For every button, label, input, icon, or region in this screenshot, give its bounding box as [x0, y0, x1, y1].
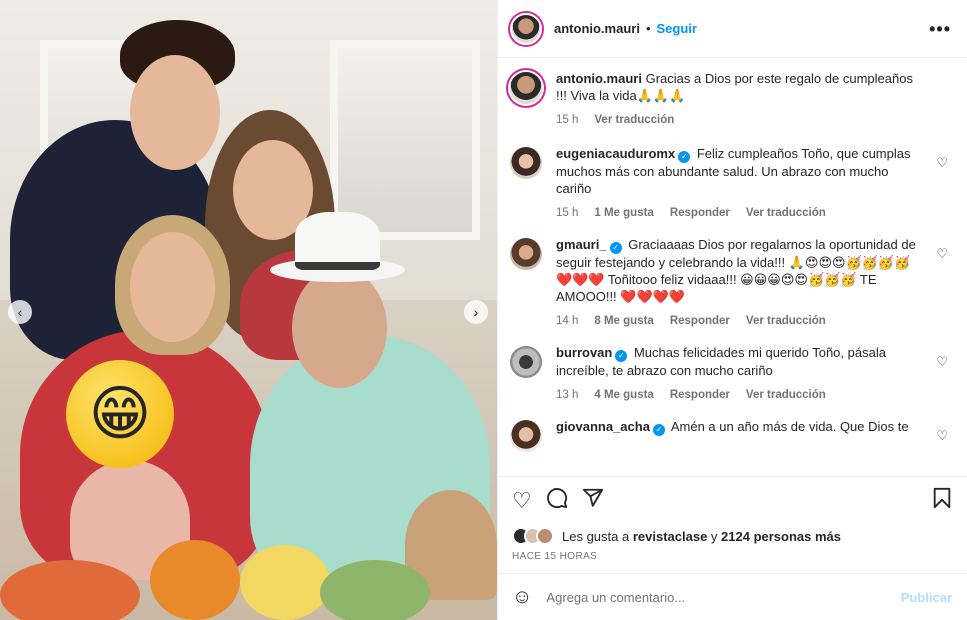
avatar[interactable]: [510, 238, 542, 270]
likes-connector: y: [710, 528, 718, 544]
comment-text: Amén a un año más de vida. Que Dios te: [670, 419, 909, 434]
photo-window: [330, 40, 480, 240]
likes-summary: Les gusta a revistaclase y 2124 personas…: [512, 527, 952, 545]
comments-list[interactable]: antonio.mauri Gracias a Dios por este re…: [498, 58, 967, 476]
photo-flowers: [240, 545, 330, 620]
comment-likes[interactable]: 8 Me gusta: [594, 313, 653, 330]
comment-input[interactable]: [546, 589, 901, 605]
liker-avatars[interactable]: [512, 527, 554, 545]
translate-link[interactable]: Ver traducción: [746, 387, 826, 404]
likes-count[interactable]: 2124 personas más: [721, 529, 841, 544]
verified-badge-icon: ✓: [609, 242, 622, 254]
caption: antonio.mauri Gracias a Dios por este re…: [510, 70, 952, 129]
avatar[interactable]: [510, 147, 542, 179]
photo-flowers: [320, 560, 430, 620]
photo-face: [130, 55, 220, 170]
comment-time: 14 h: [556, 315, 579, 327]
post-photo[interactable]: 😁 ‹ ›: [0, 0, 497, 620]
publish-button[interactable]: Publicar: [901, 590, 952, 605]
photo-face: [292, 268, 387, 388]
avatar[interactable]: [510, 420, 542, 452]
comment-likes[interactable]: 4 Me gusta: [594, 387, 653, 404]
translate-link[interactable]: Ver traducción: [594, 112, 674, 129]
add-comment-bar: ☺ Publicar: [498, 573, 967, 620]
comment-item: giovanna_acha ✓ Amén a un año más de vida…: [510, 418, 952, 452]
comment-item: eugeniacauduromx ✓ Feliz cumpleaños Toño,…: [510, 145, 952, 222]
liker-username[interactable]: revistaclase: [633, 529, 707, 544]
heart-icon[interactable]: ♡: [936, 354, 948, 370]
chevron-left-icon[interactable]: ‹: [8, 300, 32, 324]
comment-icon[interactable]: [546, 487, 568, 515]
more-options-icon[interactable]: •••: [929, 19, 951, 40]
verified-badge-icon: ✓: [678, 151, 691, 163]
heart-icon[interactable]: ♡: [936, 246, 948, 262]
comment-username[interactable]: eugeniacauduromx: [556, 146, 675, 161]
reply-button[interactable]: Responder: [670, 205, 730, 222]
caption-username[interactable]: antonio.mauri: [556, 71, 642, 86]
photo-flowers: [150, 540, 240, 620]
comment-item: gmauri_ ✓ Graciaaaas Dios por regalarnos …: [510, 236, 952, 330]
author-username[interactable]: antonio.mauri: [554, 21, 640, 36]
verified-badge-icon: ✓: [652, 424, 665, 436]
grinning-face-emoji-icon: 😁: [66, 360, 174, 468]
chevron-right-icon[interactable]: ›: [464, 300, 488, 324]
comment-time: 13 h: [556, 389, 579, 401]
caption-time: 15 h: [556, 114, 579, 126]
comment-username[interactable]: gmauri_: [556, 237, 607, 252]
photo-face: [130, 232, 215, 342]
verified-badge-icon: ✓: [615, 350, 628, 362]
bookmark-icon[interactable]: [932, 487, 952, 515]
likes-prefix: Les gusta a: [562, 528, 630, 544]
avatar[interactable]: [510, 12, 542, 45]
post-header: antonio.mauri • Seguir •••: [498, 0, 967, 58]
avatar[interactable]: [510, 72, 542, 104]
comment-username[interactable]: burrovan: [556, 345, 612, 360]
translate-link[interactable]: Ver traducción: [746, 313, 826, 330]
emoji-icon[interactable]: ☺: [512, 586, 532, 609]
reply-button[interactable]: Responder: [670, 387, 730, 404]
share-icon[interactable]: [582, 487, 604, 515]
comment-likes[interactable]: 1 Me gusta: [594, 205, 653, 222]
photo-hat: [295, 212, 380, 270]
heart-icon[interactable]: ♡: [936, 428, 948, 444]
post-panel: antonio.mauri • Seguir ••• antonio.mauri…: [497, 0, 967, 620]
avatar: [536, 527, 554, 545]
comment-username[interactable]: giovanna_acha: [556, 419, 650, 434]
comment-item: burrovan ✓ Muchas felicidades mi querido …: [510, 344, 952, 404]
translate-link[interactable]: Ver traducción: [746, 205, 826, 222]
heart-icon[interactable]: ♡: [512, 488, 532, 514]
heart-icon[interactable]: ♡: [936, 155, 948, 171]
action-bar: ♡ Les gusta a revistaclase y 2124 person…: [498, 476, 967, 562]
separator-dot: •: [645, 21, 651, 36]
avatar[interactable]: [510, 346, 542, 378]
post-time-ago: HACE 15 HORAS: [512, 551, 598, 562]
reply-button[interactable]: Responder: [670, 313, 730, 330]
follow-button[interactable]: Seguir: [657, 21, 697, 36]
comment-time: 15 h: [556, 207, 579, 219]
